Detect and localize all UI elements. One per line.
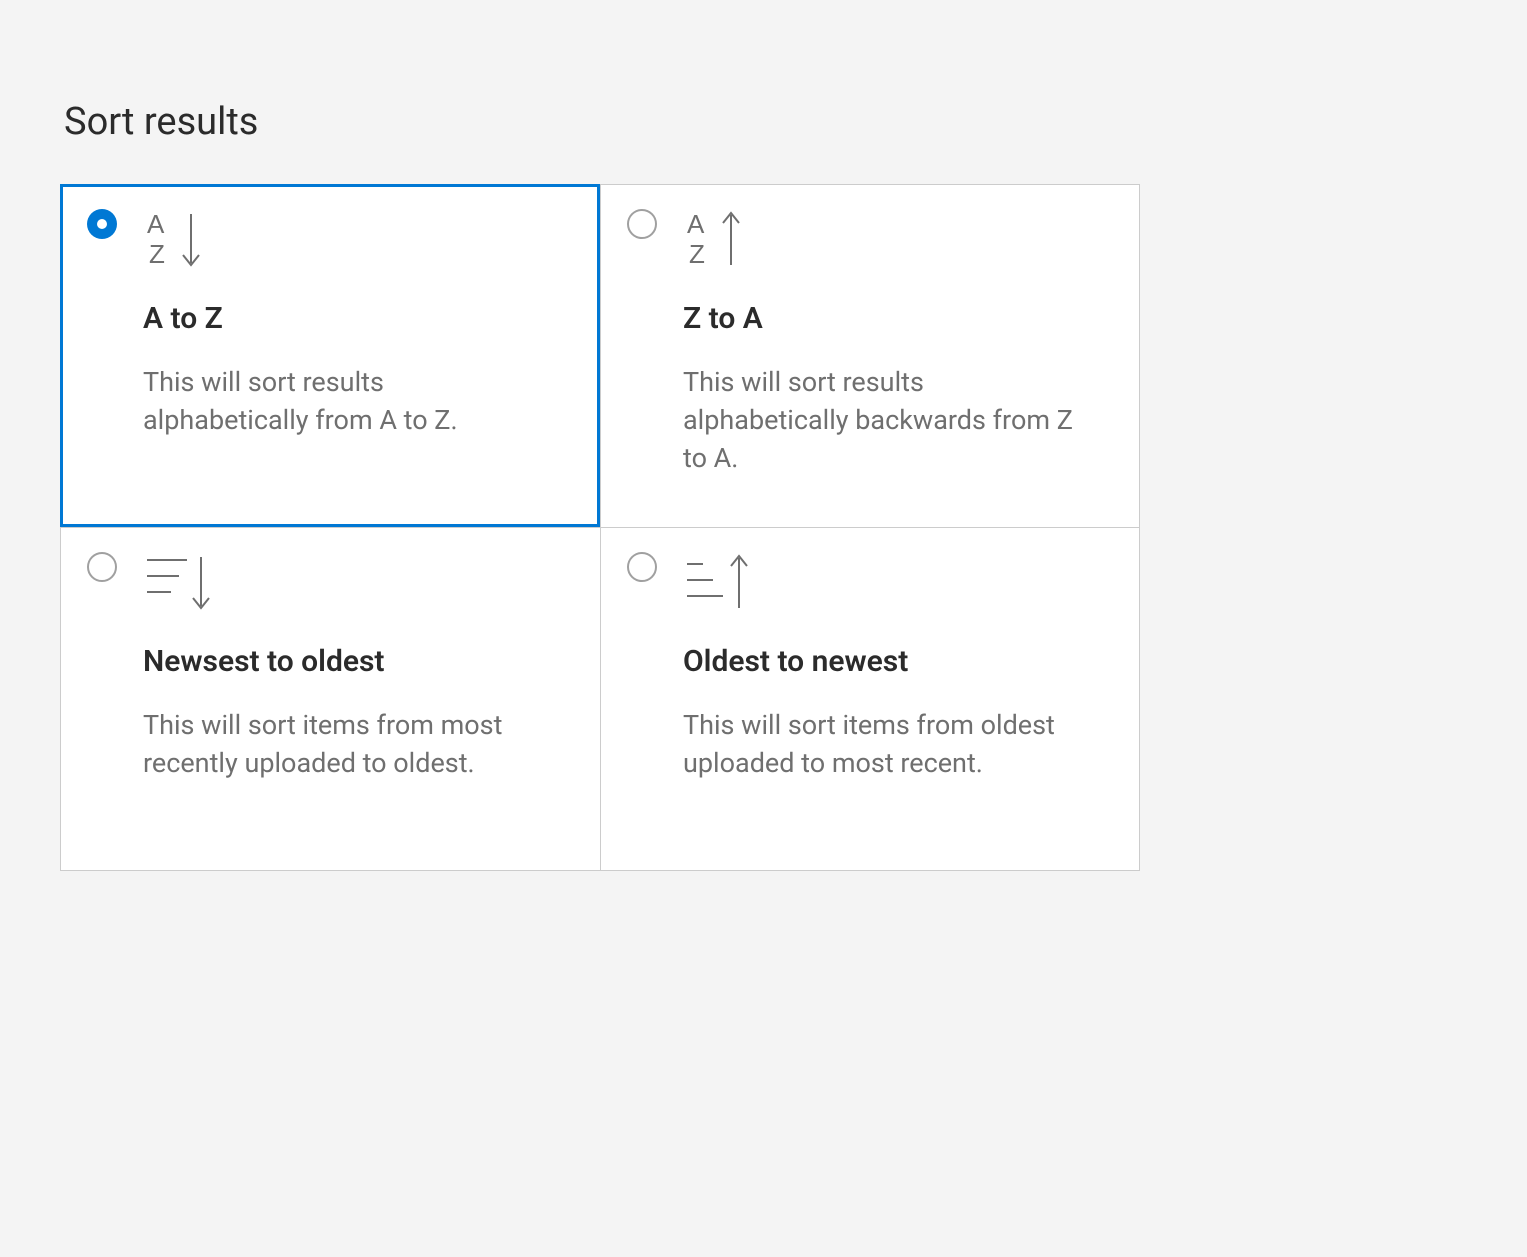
sort-option-label: A to Z — [143, 301, 569, 336]
sort-az-up-icon: A Z — [683, 209, 1109, 281]
sort-option-label: Z to A — [683, 301, 1109, 336]
sort-option-ztoa[interactable]: A Z Z to A This will sort results alphab… — [600, 184, 1140, 527]
radio-oldest[interactable] — [627, 552, 657, 582]
sort-option-newest[interactable]: Newsest to oldest This will sort items f… — [60, 527, 600, 870]
radio-atoz[interactable] — [87, 209, 117, 239]
sort-lines-down-icon — [143, 552, 570, 624]
svg-text:Z: Z — [149, 239, 165, 269]
radio-ztoa[interactable] — [627, 209, 657, 239]
svg-text:A: A — [147, 209, 165, 239]
sort-options-grid: A Z A to Z This will sort results alphab… — [60, 184, 1140, 871]
page-title: Sort results — [64, 100, 1467, 144]
sort-az-down-icon: A Z — [143, 209, 569, 281]
sort-option-label: Oldest to newest — [683, 644, 1109, 679]
sort-option-description: This will sort items from most recently … — [143, 707, 543, 783]
svg-text:A: A — [687, 209, 705, 239]
sort-option-label: Newsest to oldest — [143, 644, 570, 679]
sort-option-oldest[interactable]: Oldest to newest This will sort items fr… — [600, 527, 1140, 870]
sort-option-description: This will sort items from oldest uploade… — [683, 707, 1083, 783]
sort-option-description: This will sort results alphabetically fr… — [143, 364, 543, 440]
svg-text:Z: Z — [689, 239, 705, 269]
sort-option-atoz[interactable]: A Z A to Z This will sort results alphab… — [60, 184, 600, 527]
sort-lines-up-icon — [683, 552, 1109, 624]
sort-option-description: This will sort results alphabetically ba… — [683, 364, 1083, 477]
radio-newest[interactable] — [87, 552, 117, 582]
